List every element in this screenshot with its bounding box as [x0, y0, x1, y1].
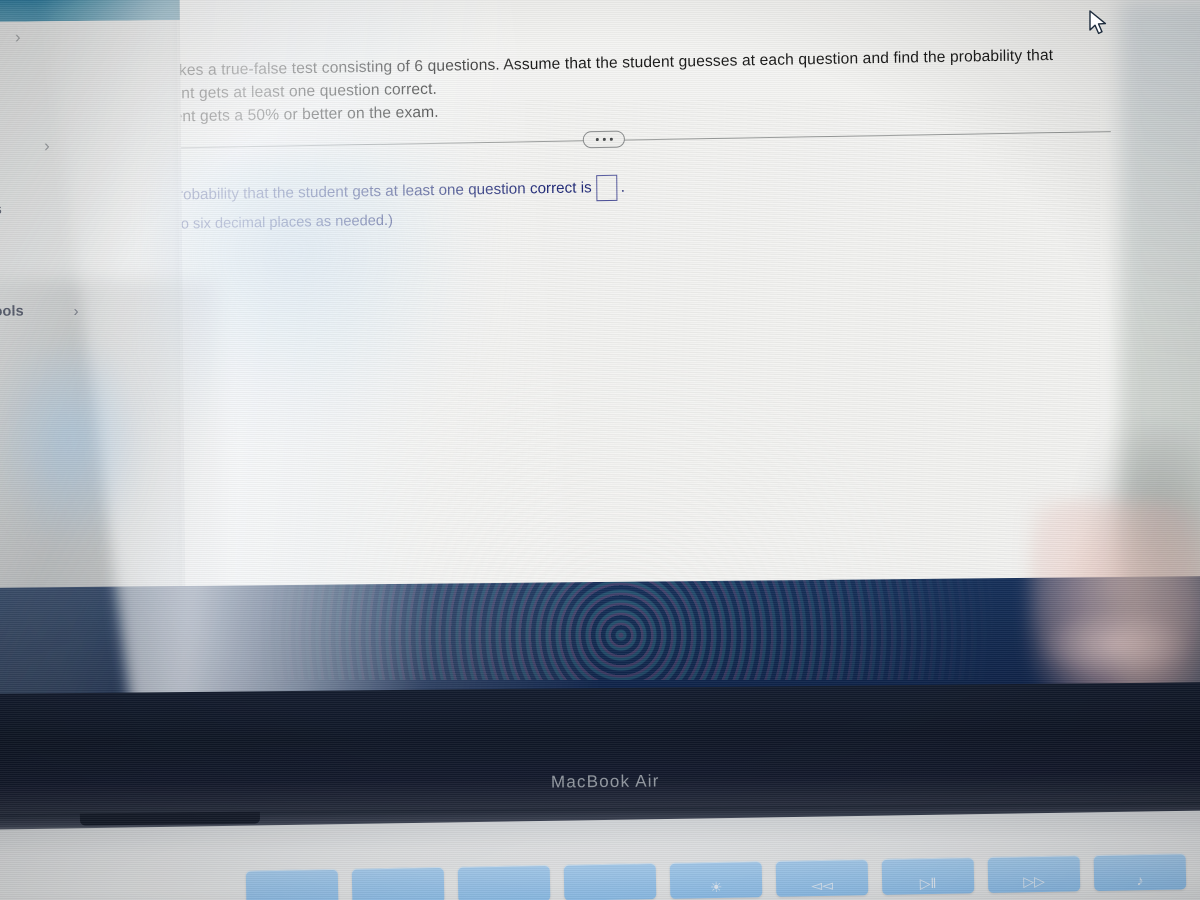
laptop-screen: urces ons on Tools › › › A student takes… — [0, 0, 1200, 708]
problem-part-a-text: the student gets at least one question c… — [179, 80, 438, 104]
rewind-icon: ◅◅ — [811, 876, 834, 894]
chevron-right-icon-top[interactable]: › — [15, 28, 21, 48]
answer-prompt-text: The probability that the student gets at… — [179, 178, 592, 204]
function-key-fastforward[interactable]: ▷▷ — [987, 855, 1081, 893]
answer-block: a. The probability that the student gets… — [180, 171, 844, 234]
screen-bezel-bottom: MacBook Air — [0, 682, 1200, 822]
sidebar-item-calculation-tools[interactable]: on Tools — [0, 304, 24, 321]
function-key[interactable] — [563, 863, 657, 900]
sidebar-item-resources[interactable]: urces — [0, 202, 2, 218]
rounding-instruction: (Round to six decimal places as needed.) — [179, 212, 393, 234]
macbook-air-label: MacBook Air — [550, 771, 660, 792]
keyboard-function-row[interactable]: ☀ ◅◅ ▷‖ ▷▷ ♪ — [0, 852, 1200, 900]
problem-part-b-text: the student gets a 50% or better on the … — [179, 103, 439, 127]
function-key[interactable] — [245, 868, 339, 900]
ellipsis-dot — [602, 137, 606, 141]
fast-forward-icon: ▷▷ — [1023, 872, 1045, 890]
brightness-icon: ☀ — [709, 878, 723, 896]
function-key-rewind[interactable]: ◅◅ — [775, 859, 869, 897]
hinge-notch — [79, 811, 261, 826]
function-key[interactable] — [351, 866, 445, 900]
divider-line — [179, 131, 1111, 150]
answer-input[interactable] — [596, 174, 618, 202]
play-pause-icon: ▷‖ — [919, 874, 937, 892]
chevron-right-icon: › — [73, 303, 79, 321]
expand-ellipsis-button[interactable] — [582, 130, 625, 149]
ellipsis-dot — [595, 138, 599, 142]
volume-icon: ♪ — [1136, 872, 1144, 889]
ellipsis-dot — [609, 137, 613, 141]
answer-prompt-row: a. The probability that the student gets… — [180, 171, 843, 210]
answer-period: . — [620, 178, 626, 196]
function-key-volume[interactable]: ♪ — [1093, 853, 1187, 892]
function-key[interactable] — [457, 865, 551, 900]
function-key-brightness[interactable]: ☀ — [669, 861, 763, 899]
function-key-playpause[interactable]: ▷‖ — [881, 857, 975, 895]
problem-statement: A student takes a true-false test consis… — [180, 44, 1108, 131]
photograph-of-laptop-screen: urces ons on Tools › › › A student takes… — [0, 0, 1200, 900]
section-divider — [179, 122, 1111, 158]
chevron-right-icon-secondary[interactable]: › — [44, 136, 50, 156]
